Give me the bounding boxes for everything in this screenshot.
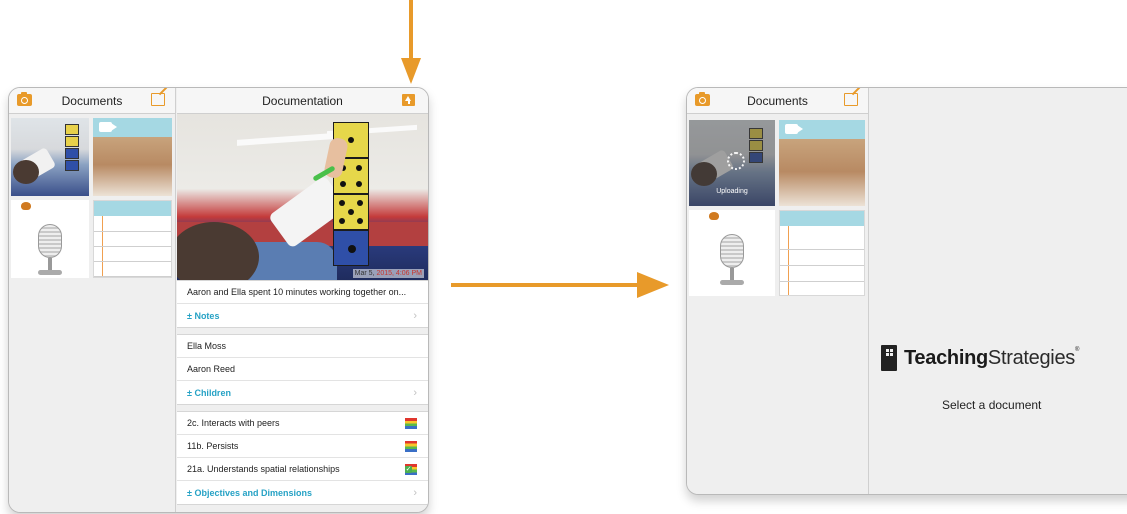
child-row[interactable]: Ella Moss xyxy=(177,335,428,358)
empty-detail-pane: TeachingStrategies® Select a document xyxy=(870,88,1127,494)
objective-row[interactable]: 21a. Understands spatial relationships xyxy=(177,458,428,481)
chevron-right-icon: › xyxy=(413,386,417,399)
compose-icon[interactable] xyxy=(151,93,165,106)
spinner-icon xyxy=(727,152,745,170)
document-thumb-video[interactable] xyxy=(93,118,172,196)
document-thumb-audio[interactable] xyxy=(689,210,775,296)
document-thumb-audio[interactable] xyxy=(11,200,89,278)
door-logo-icon xyxy=(881,345,897,371)
children-link[interactable]: ± Children › xyxy=(177,381,428,404)
tablet-before-upload: Documents Documentation Mar 5, 2015, 4:0… xyxy=(8,87,429,513)
stage: Documents Documentation Mar 5, 2015, 4:0… xyxy=(0,0,1127,514)
right-arrow-icon xyxy=(451,272,669,298)
teaching-strategies-logo: TeachingStrategies® xyxy=(881,345,1079,371)
sidebar-header: Documents xyxy=(9,88,175,114)
document-thumb-note[interactable] xyxy=(93,200,172,278)
empty-state-message: Select a document xyxy=(942,398,1042,412)
document-thumb-note[interactable] xyxy=(779,210,865,296)
microphone-icon xyxy=(720,234,744,268)
objective-label: 2c. Interacts with peers xyxy=(187,418,280,428)
butterfly-icon xyxy=(709,212,719,220)
documentation-photo: Mar 5, 2015, 4:06 PM xyxy=(177,114,428,280)
document-thumb-uploading[interactable]: Uploading xyxy=(689,120,775,206)
children-group: Ella Moss Aaron Reed ± Children › xyxy=(177,334,428,405)
chevron-right-icon: › xyxy=(413,486,417,499)
uploading-label: Uploading xyxy=(716,188,748,195)
objective-row[interactable]: 11b. Persists xyxy=(177,435,428,458)
tablet-after-upload: Documents Uploading TeachingStrategies® … xyxy=(686,87,1127,495)
documentation-header: Documentation xyxy=(177,88,428,114)
butterfly-icon xyxy=(21,202,31,210)
rating-icon xyxy=(405,441,417,452)
rating-icon xyxy=(405,418,417,429)
video-camera-icon xyxy=(99,122,117,132)
rating-checked-icon xyxy=(405,464,417,475)
child-name: Ella Moss xyxy=(187,341,227,351)
sidebar-header: Documents xyxy=(687,88,868,114)
down-arrow-icon xyxy=(401,0,421,84)
microphone-icon xyxy=(38,224,62,258)
documentation-pane: Documentation Mar 5, 2015, 4:06 PM Aaron… xyxy=(177,88,428,512)
document-thumb-photo[interactable] xyxy=(11,118,89,196)
photo-timestamp: Mar 5, 2015, 4:06 PM xyxy=(352,269,424,278)
note-row[interactable]: Aaron and Ella spent 10 minutes working … xyxy=(177,281,428,304)
notes-link[interactable]: ± Notes › xyxy=(177,304,428,327)
documents-sidebar: Documents xyxy=(9,88,176,512)
upload-icon[interactable] xyxy=(402,94,415,106)
documents-sidebar: Documents Uploading xyxy=(687,88,869,494)
objectives-group: 2c. Interacts with peers 11b. Persists 2… xyxy=(177,411,428,505)
compose-icon[interactable] xyxy=(844,93,858,106)
objective-row[interactable]: 2c. Interacts with peers xyxy=(177,412,428,435)
objective-label: 21a. Understands spatial relationships xyxy=(187,464,340,474)
objective-label: 11b. Persists xyxy=(187,441,239,451)
video-camera-icon xyxy=(785,124,803,134)
note-text: Aaron and Ella spent 10 minutes working … xyxy=(187,287,407,297)
documentation-title: Documentation xyxy=(262,94,343,108)
chevron-right-icon: › xyxy=(413,309,417,322)
objectives-link[interactable]: ± Objectives and Dimensions › xyxy=(177,481,428,504)
notes-group: Aaron and Ella spent 10 minutes working … xyxy=(177,280,428,328)
document-thumb-video[interactable] xyxy=(779,120,865,206)
sidebar-title: Documents xyxy=(747,94,808,108)
child-row[interactable]: Aaron Reed xyxy=(177,358,428,381)
child-name: Aaron Reed xyxy=(187,364,236,374)
